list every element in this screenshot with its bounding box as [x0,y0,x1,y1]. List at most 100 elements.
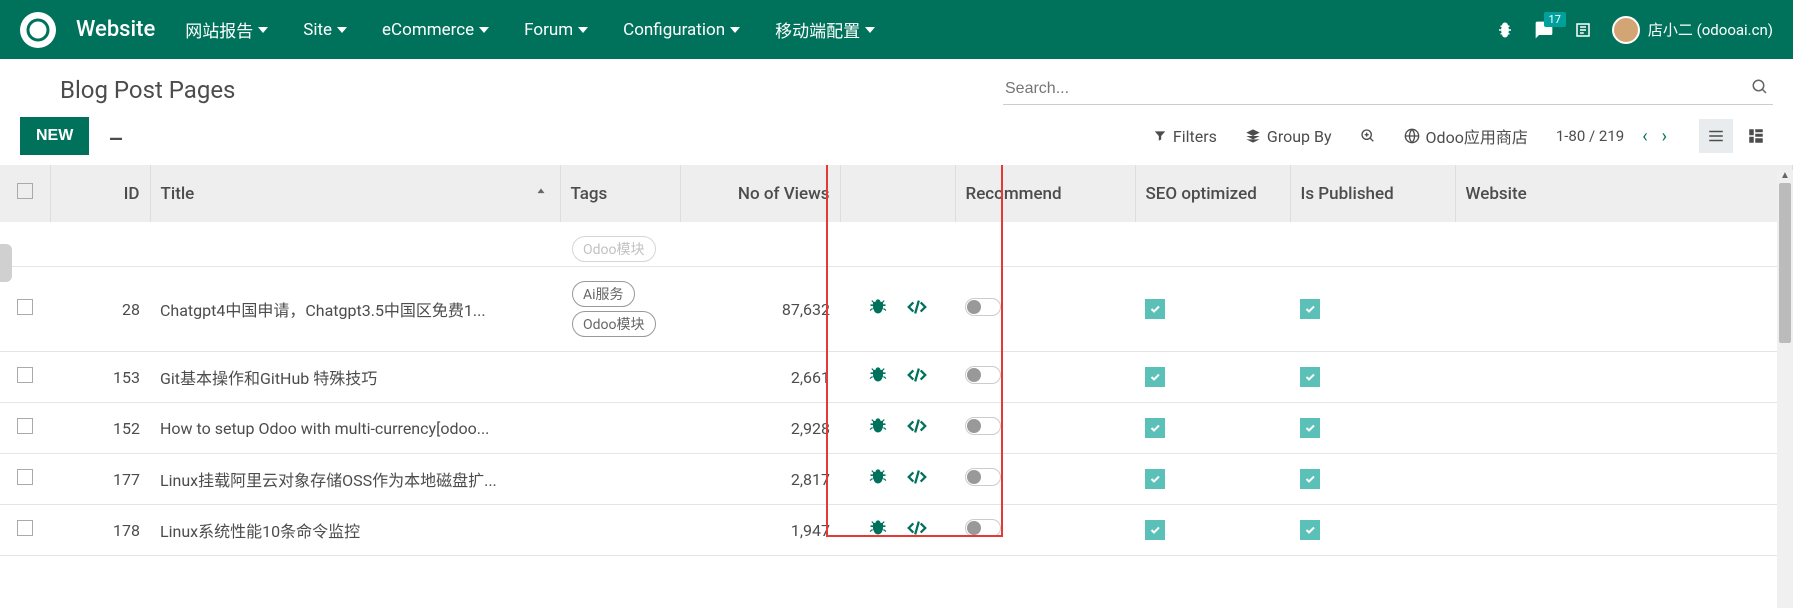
odoo-store-link[interactable]: Odoo应用商店 [1404,124,1528,148]
zoom-button[interactable] [1360,128,1376,144]
cell-tags [560,454,680,505]
column-header-recommend[interactable]: Recommend [955,165,1135,222]
chevron-down-icon [578,27,588,33]
row-checkbox[interactable] [17,418,33,434]
cell-id: 152 [50,403,150,454]
cell-views: 87,632 [680,267,840,352]
column-header-views[interactable]: No of Views [680,165,840,222]
recommend-toggle[interactable] [965,366,1001,384]
filter-icon [1153,129,1167,143]
menu-mobile-config[interactable]: 移动端配置 [775,17,875,42]
groupby-button[interactable]: Group By [1245,127,1332,146]
scroll-up-arrow[interactable]: ▲ [1777,170,1793,181]
row-checkbox[interactable] [17,299,33,315]
messages-icon[interactable]: 17 [1534,20,1554,40]
column-header-seo[interactable]: SEO optimized [1135,165,1290,222]
data-table: ID Title Tags No of Views Recommend SEO … [0,165,1793,556]
menu-ecommerce[interactable]: eCommerce [382,17,489,42]
check-icon [1145,367,1165,387]
cell-title: Git基本操作和GitHub 特殊技巧 [150,352,560,403]
cell-title: How to setup Odoo with multi-currency[od… [150,403,560,454]
code-icon[interactable] [906,415,928,441]
recommend-toggle[interactable] [965,298,1001,316]
zoom-icon [1360,128,1376,144]
download-icon[interactable] [107,125,125,147]
user-name: 店小二 (odooai.cn) [1648,19,1773,40]
app-name[interactable]: Website [76,17,155,42]
bug-icon[interactable] [868,364,888,390]
chevron-down-icon [730,27,740,33]
check-icon [1145,469,1165,489]
bug-icon[interactable] [868,517,888,543]
filters-button[interactable]: Filters [1153,127,1217,146]
column-header-website[interactable]: Website [1455,165,1793,222]
list-view-button[interactable] [1699,119,1733,153]
search-icon[interactable] [1751,78,1769,100]
code-icon[interactable] [906,517,928,543]
recommend-toggle[interactable] [965,519,1001,537]
bug-icon[interactable] [868,466,888,492]
column-header-published[interactable]: Is Published [1290,165,1455,222]
cell-recommend [955,454,1135,505]
code-icon[interactable] [906,296,928,322]
pager-prev[interactable]: ‹ [1638,126,1651,147]
vertical-scrollbar[interactable]: ▲ [1777,170,1793,608]
pager-text[interactable]: 1-80 / 219 [1556,127,1624,145]
table-row[interactable]: 177 Linux挂载阿里云对象存储OSS作为本地磁盘扩... 2,817 [0,454,1793,505]
cell-published [1290,352,1455,403]
debug-icon[interactable] [1496,21,1514,39]
scrollbar-thumb[interactable] [1779,183,1791,343]
column-header-dev[interactable] [840,165,955,222]
side-panel-handle[interactable] [0,244,12,282]
check-icon [1300,367,1320,387]
table-row[interactable]: 152 How to setup Odoo with multi-currenc… [0,403,1793,454]
column-header-id[interactable]: ID [50,165,150,222]
user-menu[interactable]: 店小二 (odooai.cn) [1612,16,1773,44]
table-row[interactable]: 178 Linux系统性能10条命令监控 1,947 [0,505,1793,556]
cell-published [1290,505,1455,556]
row-checkbox[interactable] [17,469,33,485]
row-checkbox[interactable] [17,520,33,536]
search-input[interactable] [1003,74,1773,105]
cell-id: 178 [50,505,150,556]
column-header-title[interactable]: Title [150,165,560,222]
recommend-toggle[interactable] [965,468,1001,486]
app-logo[interactable] [20,12,56,48]
cell-seo [1135,505,1290,556]
menu-website-report[interactable]: 网站报告 [185,17,268,42]
user-avatar [1612,16,1640,44]
chevron-down-icon [258,27,268,33]
cell-website [1455,403,1793,454]
check-icon [1145,418,1165,438]
header-checkbox[interactable] [0,165,50,222]
bug-icon[interactable] [868,415,888,441]
menu-configuration[interactable]: Configuration [623,17,740,42]
check-icon [1300,299,1320,319]
cell-tags [560,352,680,403]
page-title: Blog Post Pages [60,76,235,104]
table-row[interactable]: Odoo模块 [0,222,1793,267]
table-row[interactable]: 28 Chatgpt4中国申请，Chatgpt3.5中国区免费1... Ai服务… [0,267,1793,352]
kanban-view-button[interactable] [1739,119,1773,153]
new-button[interactable]: NEW [20,117,89,155]
menu-site[interactable]: Site [303,17,347,42]
cell-website [1455,454,1793,505]
recommend-toggle[interactable] [965,417,1001,435]
bug-icon[interactable] [868,296,888,322]
navbar-right: 17 店小二 (odooai.cn) [1496,16,1773,44]
pager: 1-80 / 219 ‹ › [1556,126,1671,147]
tag[interactable]: Ai服务 [572,281,635,307]
cell-recommend [955,403,1135,454]
main-menu: 网站报告 Site eCommerce Forum Configuration … [185,17,1496,42]
row-checkbox[interactable] [17,367,33,383]
top-navbar: Website 网站报告 Site eCommerce Forum Config… [0,0,1793,59]
code-icon[interactable] [906,466,928,492]
pager-next[interactable]: › [1658,126,1671,147]
activity-icon[interactable] [1574,21,1592,39]
cell-dev [840,403,955,454]
tag[interactable]: Odoo模块 [572,311,656,337]
code-icon[interactable] [906,364,928,390]
menu-forum[interactable]: Forum [524,17,588,42]
column-header-tags[interactable]: Tags [560,165,680,222]
table-row[interactable]: 153 Git基本操作和GitHub 特殊技巧 2,661 [0,352,1793,403]
